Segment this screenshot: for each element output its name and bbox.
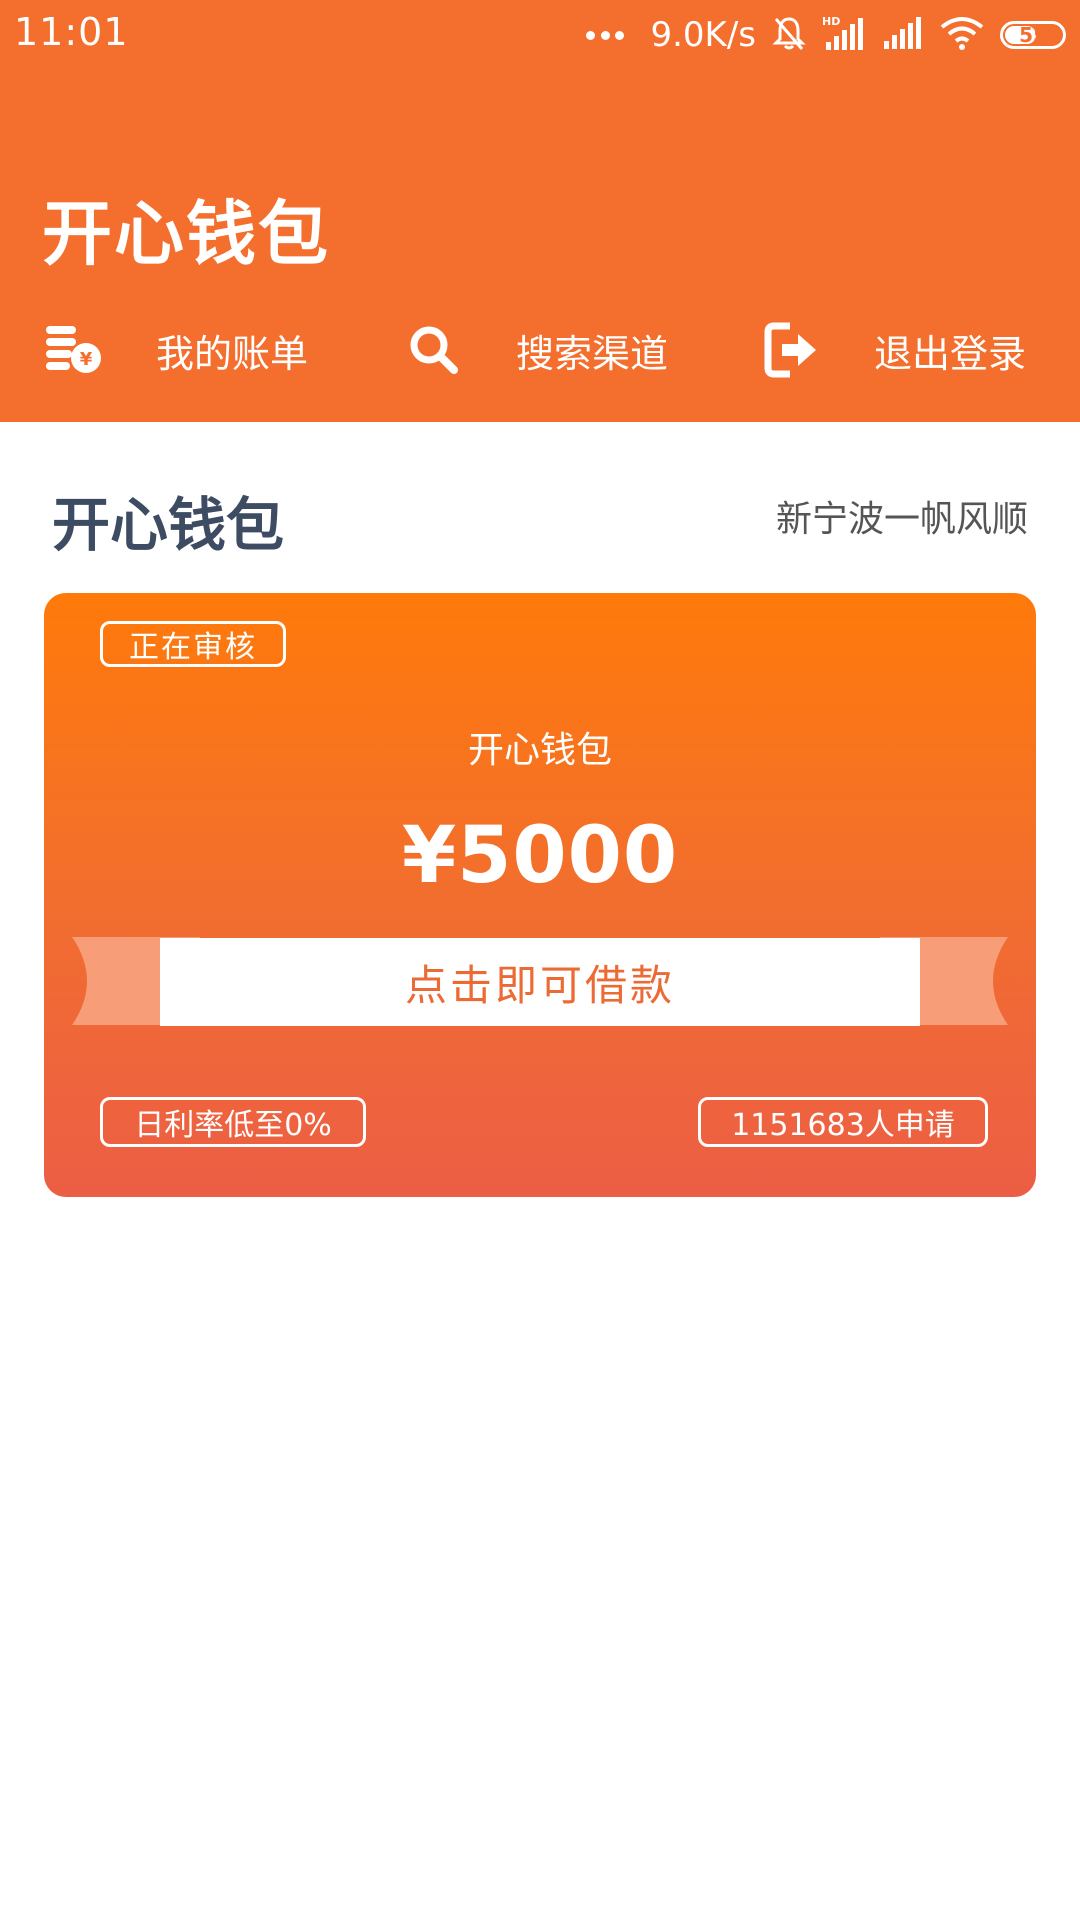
my-bills-button[interactable]: ¥ 我的账单 <box>44 315 308 385</box>
hd-signal-icon: HD <box>822 14 866 56</box>
status-bar: 11:01 9.0K/s HD 55 <box>0 0 1080 70</box>
svg-text:HD: HD <box>822 15 840 28</box>
search-channels-button[interactable]: 搜索渠道 <box>404 315 668 385</box>
section-subtitle: 新宁波一帆风顺 <box>775 499 1028 540</box>
app-header: 11:01 9.0K/s HD 55 开心钱包 ¥ 我的账单 搜索渠道 退出登录 <box>0 0 1080 422</box>
product-name: 开心钱包 <box>467 730 612 771</box>
wifi-icon <box>940 15 984 55</box>
bill-coins-icon: ¥ <box>44 320 104 380</box>
svg-text:¥: ¥ <box>80 349 93 370</box>
logout-icon <box>762 320 822 380</box>
my-bills-label: 我的账单 <box>156 331 309 376</box>
daily-rate-badge: 日利率低至0% <box>100 1097 366 1147</box>
status-icons: 9.0K/s HD 55 <box>586 10 1066 60</box>
search-icon <box>404 320 464 380</box>
search-channels-label: 搜索渠道 <box>516 331 669 376</box>
battery-level: 55 <box>1019 23 1047 47</box>
mute-bell-icon <box>772 15 806 55</box>
status-time: 11:01 <box>14 10 129 54</box>
review-status-badge: 正在审核 <box>100 621 286 667</box>
loan-product-card[interactable]: 正在审核 开心钱包 ¥5000 点击即可借款 日利率低至0% 1151683人申… <box>44 593 1036 1197</box>
loan-amount: ¥5000 <box>401 811 679 901</box>
applicants-badge: 1151683人申请 <box>698 1097 988 1147</box>
battery-icon: 55 <box>1000 21 1066 49</box>
header-nav: ¥ 我的账单 搜索渠道 退出登录 <box>0 315 1080 385</box>
borrow-now-button[interactable]: 点击即可借款 <box>160 938 920 1026</box>
logout-button[interactable]: 退出登录 <box>762 315 1026 385</box>
section-title: 开心钱包 <box>52 491 285 559</box>
more-dots-icon <box>586 30 625 40</box>
network-speed: 9.0K/s <box>650 15 756 55</box>
signal-icon <box>882 15 924 55</box>
app-title: 开心钱包 <box>42 193 330 275</box>
logout-label: 退出登录 <box>874 331 1027 376</box>
